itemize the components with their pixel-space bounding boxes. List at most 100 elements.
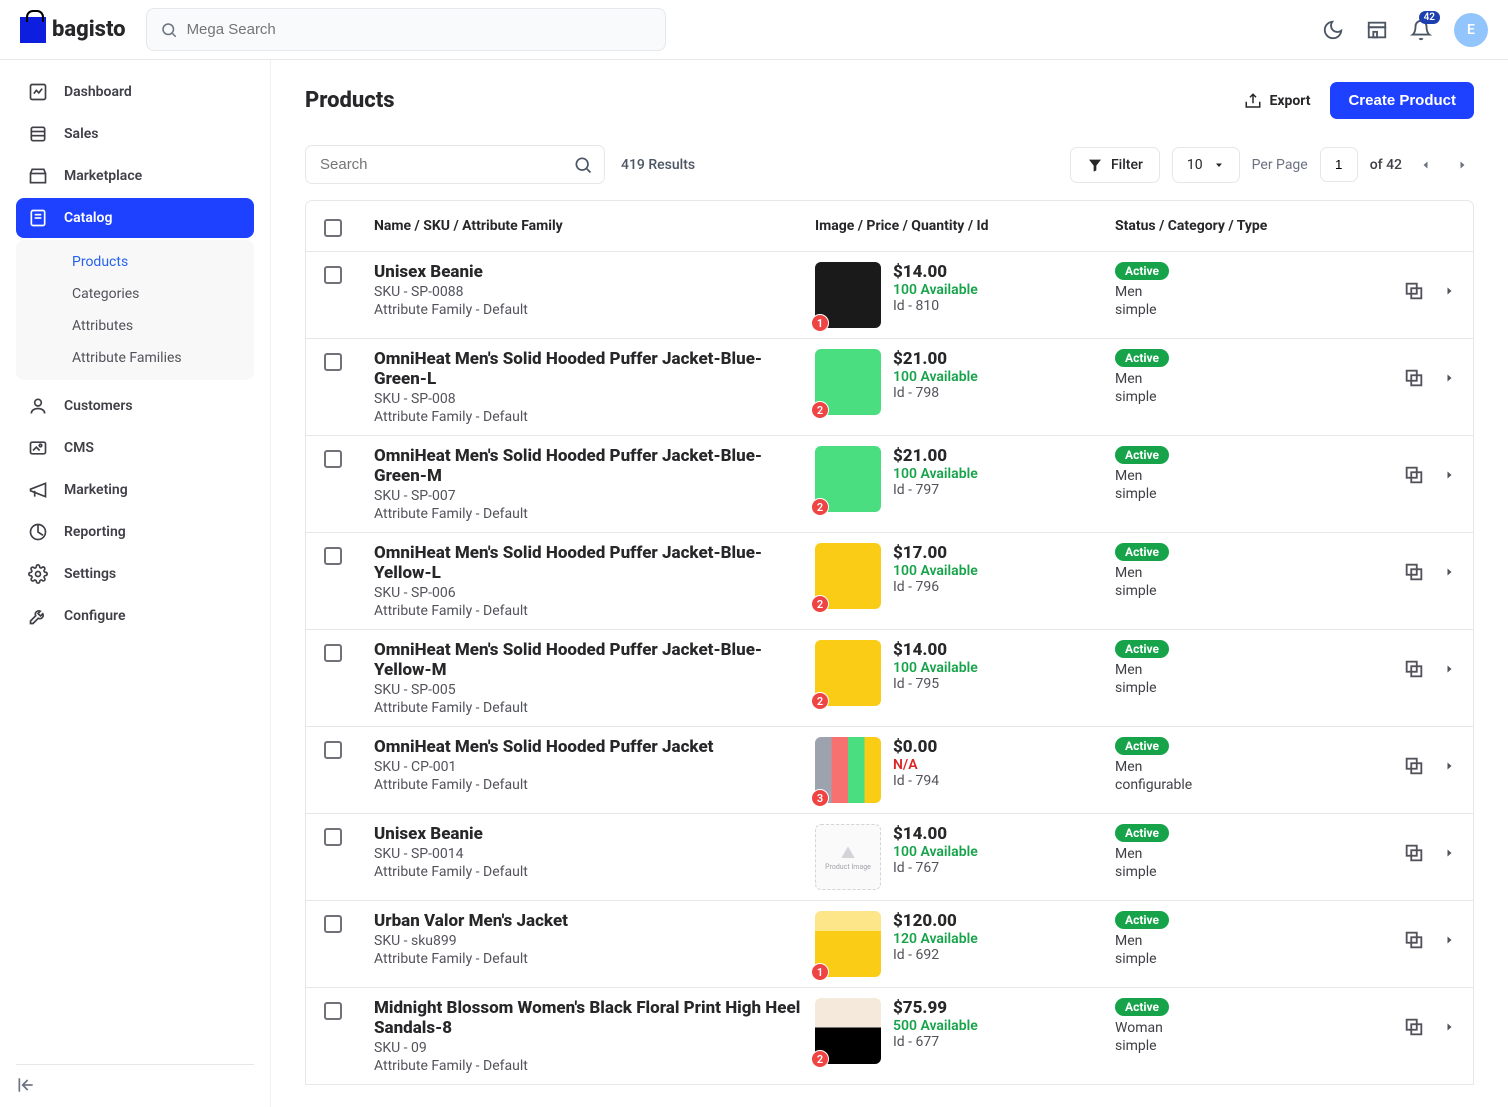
product-thumb: 1 — [815, 262, 881, 328]
page-of-text: of 42 — [1370, 157, 1402, 173]
sidebar-item-sales[interactable]: Sales — [16, 114, 254, 154]
next-page-button[interactable] — [1450, 159, 1474, 171]
copy-icon[interactable] — [1403, 367, 1425, 389]
row-checkbox[interactable] — [324, 644, 342, 662]
product-sku: SKU - 09 — [374, 1040, 815, 1056]
per-page-select[interactable]: 10 — [1172, 147, 1240, 183]
copy-icon[interactable] — [1403, 280, 1425, 302]
chevron-right-icon[interactable] — [1443, 847, 1455, 859]
copy-icon[interactable] — [1403, 1016, 1425, 1038]
product-price: $120.00 — [893, 911, 978, 931]
prev-page-button[interactable] — [1414, 159, 1438, 171]
row-checkbox[interactable] — [324, 915, 342, 933]
sidebar-subitem-attribute-families[interactable]: Attribute Families — [16, 342, 254, 374]
list-search-input[interactable] — [305, 145, 605, 184]
sidebar-item-customers[interactable]: Customers — [16, 386, 254, 426]
product-id: Id - 795 — [893, 676, 978, 692]
sidebar-item-reporting[interactable]: Reporting — [16, 512, 254, 552]
chevron-right-icon[interactable] — [1443, 372, 1455, 384]
chevron-right-icon[interactable] — [1443, 663, 1455, 675]
mega-search-input[interactable] — [146, 8, 666, 51]
chevron-right-icon[interactable] — [1443, 566, 1455, 578]
select-all-checkbox[interactable] — [324, 219, 342, 237]
thumb-badge: 2 — [811, 1050, 829, 1068]
sidebar-item-marketplace[interactable]: Marketplace — [16, 156, 254, 196]
product-availability: 120 Available — [893, 931, 978, 947]
chevron-right-icon[interactable] — [1443, 285, 1455, 297]
copy-icon[interactable] — [1403, 561, 1425, 583]
product-availability: 100 Available — [893, 369, 978, 385]
product-attr-family: Attribute Family - Default — [374, 1058, 815, 1074]
chevron-right-icon[interactable] — [1443, 934, 1455, 946]
row-checkbox[interactable] — [324, 828, 342, 846]
sidebar-item-cms[interactable]: CMS — [16, 428, 254, 468]
create-product-button[interactable]: Create Product — [1330, 82, 1474, 119]
product-category: Men — [1115, 468, 1375, 484]
product-sku: SKU - SP-006 — [374, 585, 815, 601]
chevron-right-icon[interactable] — [1443, 1021, 1455, 1033]
row-checkbox[interactable] — [324, 1002, 342, 1020]
status-badge: Active — [1115, 262, 1169, 280]
search-icon — [160, 21, 178, 39]
table-header: Name / SKU / Attribute Family Image / Pr… — [306, 201, 1473, 252]
product-name: OmniHeat Men's Solid Hooded Puffer Jacke… — [374, 349, 815, 389]
chevron-right-icon[interactable] — [1443, 760, 1455, 772]
product-availability: N/A — [893, 757, 939, 773]
export-button[interactable]: Export — [1244, 92, 1310, 110]
chevron-down-icon — [1213, 159, 1225, 171]
sidebar-subitem-attributes[interactable]: Attributes — [16, 310, 254, 342]
sidebar-item-marketing[interactable]: Marketing — [16, 470, 254, 510]
product-attr-family: Attribute Family - Default — [374, 603, 815, 619]
avatar[interactable]: E — [1454, 13, 1488, 47]
sidebar-item-configure[interactable]: Configure — [16, 596, 254, 636]
bell-icon[interactable]: 42 — [1410, 19, 1432, 41]
thumb-badge: 2 — [811, 692, 829, 710]
product-sku: SKU - sku899 — [374, 933, 815, 949]
product-id: Id - 796 — [893, 579, 978, 595]
product-attr-family: Attribute Family - Default — [374, 409, 815, 425]
status-badge: Active — [1115, 998, 1169, 1016]
filter-button[interactable]: Filter — [1070, 147, 1160, 183]
row-checkbox[interactable] — [324, 266, 342, 284]
sidebar-item-settings[interactable]: Settings — [16, 554, 254, 594]
product-id: Id - 797 — [893, 482, 978, 498]
product-name: OmniHeat Men's Solid Hooded Puffer Jacke… — [374, 543, 815, 583]
row-checkbox[interactable] — [324, 450, 342, 468]
sidebar-item-label: Configure — [64, 608, 125, 624]
collapse-sidebar-button[interactable] — [16, 1064, 254, 1095]
row-checkbox[interactable] — [324, 547, 342, 565]
table-row: OmniHeat Men's Solid Hooded Puffer Jacke… — [306, 533, 1473, 630]
product-thumb: 2 — [815, 998, 881, 1064]
row-checkbox[interactable] — [324, 741, 342, 759]
table-row: Unisex BeanieSKU - SP-0088Attribute Fami… — [306, 252, 1473, 339]
sidebar-subitem-categories[interactable]: Categories — [16, 278, 254, 310]
row-checkbox[interactable] — [324, 353, 342, 371]
product-name: OmniHeat Men's Solid Hooded Puffer Jacke… — [374, 737, 815, 757]
sidebar-item-dashboard[interactable]: Dashboard — [16, 72, 254, 112]
col-image[interactable]: Image / Price / Quantity / Id — [815, 218, 1115, 234]
product-type: simple — [1115, 302, 1375, 318]
search-icon[interactable] — [573, 155, 593, 175]
customers-icon — [28, 396, 48, 416]
chevron-right-icon[interactable] — [1443, 469, 1455, 481]
col-name[interactable]: Name / SKU / Attribute Family — [374, 218, 815, 234]
store-icon[interactable] — [1366, 19, 1388, 41]
sidebar: DashboardSalesMarketplace Catalog Products… — [0, 60, 270, 1107]
sidebar-item-catalog[interactable]: Catalog — [16, 198, 254, 238]
sidebar-subitem-products[interactable]: Products — [16, 246, 254, 278]
col-status[interactable]: Status / Category / Type — [1115, 218, 1375, 234]
product-availability: 100 Available — [893, 563, 978, 579]
results-count: 419 Results — [621, 157, 695, 173]
product-type: simple — [1115, 486, 1375, 502]
logo[interactable]: bagisto — [20, 17, 126, 43]
product-thumb: 2 — [815, 543, 881, 609]
copy-icon[interactable] — [1403, 464, 1425, 486]
copy-icon[interactable] — [1403, 658, 1425, 680]
page-input[interactable] — [1320, 147, 1358, 182]
copy-icon[interactable] — [1403, 755, 1425, 777]
copy-icon[interactable] — [1403, 842, 1425, 864]
sidebar-item-label: Catalog — [64, 210, 112, 226]
dark-mode-icon[interactable] — [1322, 19, 1344, 41]
product-thumb-placeholder: Product Image — [815, 824, 881, 890]
copy-icon[interactable] — [1403, 929, 1425, 951]
